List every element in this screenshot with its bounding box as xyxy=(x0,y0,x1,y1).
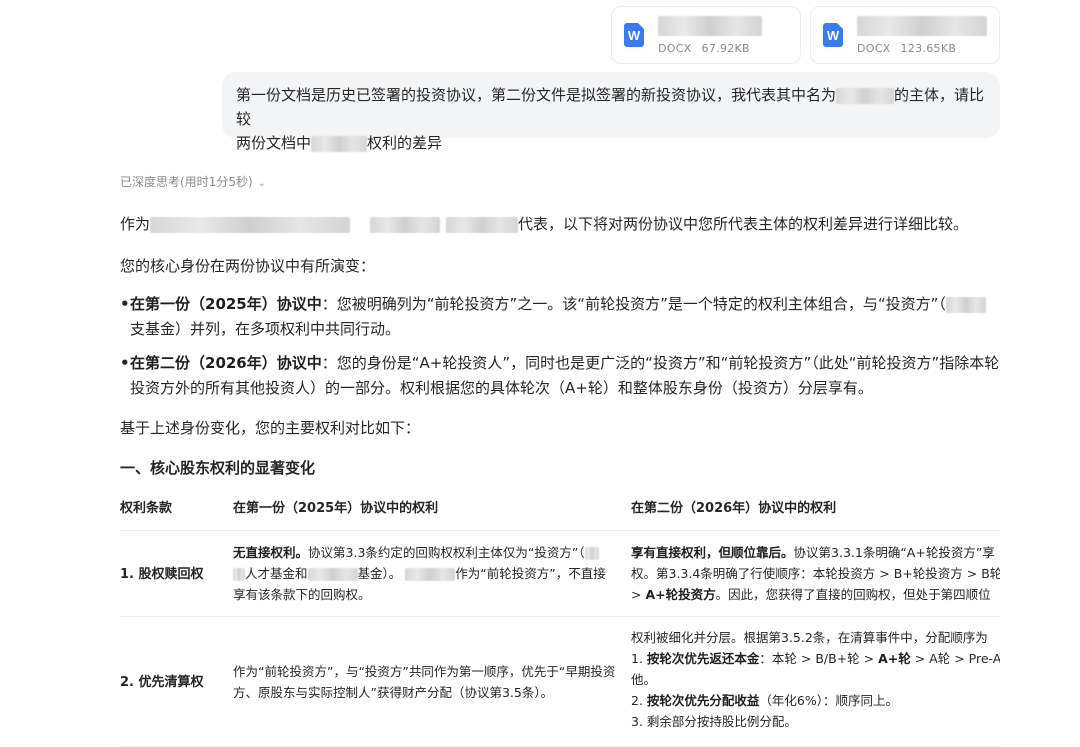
table-cell: 作为“前轮投资方”，与“投资方”共同作为第一顺序，优先于“早期投资 方、原股东与… xyxy=(233,664,616,700)
rights-comparison-table: 权利条款 在第一份（2025年）协议中的权利 在第二份（2026年）协议中的权利… xyxy=(120,493,1000,747)
chevron-down-icon: ⌄ xyxy=(257,178,267,189)
file-type: DOCX xyxy=(857,41,891,55)
redacted-entity xyxy=(836,87,895,104)
identity-line: 您的核心身份在两份协议中有所演变： xyxy=(120,257,376,275)
thinking-label: 已深度思考(用时1分5秒) xyxy=(120,175,253,189)
redacted-entity xyxy=(446,216,519,233)
word-doc-icon: W xyxy=(624,23,644,47)
table-row: 2. 优先清算权 作为“前轮投资方”，与“投资方”共同作为第一顺序，优先于“早期… xyxy=(120,617,1000,747)
file-size: 67.92KB xyxy=(701,41,750,55)
bullet-item-2025: • 在第一份（2025年）协议中：您被明确列为“前轮投资方”之一。该“前轮投资方… xyxy=(120,292,1000,342)
thinking-toggle[interactable]: 已深度思考(用时1分5秒) ⌄ xyxy=(120,173,266,190)
redacted-entity xyxy=(405,568,456,581)
redacted-entity xyxy=(307,568,358,581)
row-label: 2. 优先清算权 xyxy=(120,674,204,690)
attachment-card-2[interactable]: W DOCX 123.65KB xyxy=(810,6,1000,64)
table-cell: 享有直接权利，但顺位靠后。协议第3.3.1条明确“A+轮投资方”享 权。第3.3… xyxy=(631,545,1000,602)
redacted-entity xyxy=(370,216,441,233)
row-label: 1. 股权赎回权 xyxy=(120,566,204,582)
redacted-file-name xyxy=(658,15,762,36)
redacted-entity xyxy=(150,216,351,233)
redacted-entity xyxy=(233,568,245,581)
section-heading: 一、核心股东权利的显著变化 xyxy=(120,459,316,477)
column-header: 权利条款 xyxy=(120,501,173,516)
user-message-text: 两份文档中 xyxy=(236,134,312,152)
table-cell: 权利被细化并分层。根据第3.5.2条，在清算事件中，分配顺序为 1. 按轮次优先… xyxy=(631,630,1000,729)
column-header: 在第二份（2026年）协议中的权利 xyxy=(631,501,837,516)
file-size: 123.65KB xyxy=(900,41,957,55)
redacted-entity xyxy=(945,296,986,313)
bullet-item-2026: • 在第二份（2026年）协议中：您的身份是“A+轮投资人”，同时也是更广泛的“… xyxy=(120,354,1000,397)
user-message-text: 第一份文档是历史已签署的投资协议，第二份文件是拟签署的新投资协议，我代表其中名为 xyxy=(236,86,837,104)
word-doc-icon: W xyxy=(823,23,843,47)
table-row: 1. 股权赎回权 无直接权利。协议第3.3条约定的回购权权利主体仅为“投资方”（… xyxy=(120,531,1000,617)
table-cell: 无直接权利。协议第3.3条约定的回购权权利主体仅为“投资方”（ 人才基金和 基金）… xyxy=(233,545,606,602)
user-message-text: 权利的差异 xyxy=(367,134,443,152)
column-header: 在第一份（2025年）协议中的权利 xyxy=(233,501,439,516)
redacted-file-name xyxy=(857,15,987,36)
attachment-card-1[interactable]: W DOCX 67.92KB xyxy=(611,6,801,64)
table-header: 权利条款 在第一份（2025年）协议中的权利 在第二份（2026年）协议中的权利 xyxy=(120,493,1000,531)
based-line: 基于上述身份变化，您的主要权利对比如下： xyxy=(120,419,421,437)
user-message-bubble: 第一份文档是历史已签署的投资协议，第二份文件是拟签署的新投资协议，我代表其中名为… xyxy=(222,72,1000,152)
intro-paragraph: 作为 代表，以下将对两份协议中您所代表主体的权利差异进行详细比较。 xyxy=(120,215,969,233)
redacted-entity xyxy=(584,547,599,560)
redacted-entity xyxy=(311,135,368,152)
file-type: DOCX xyxy=(658,41,692,55)
attachment-list: W DOCX 67.92KB W DOCX 123.65KB xyxy=(611,6,1000,64)
